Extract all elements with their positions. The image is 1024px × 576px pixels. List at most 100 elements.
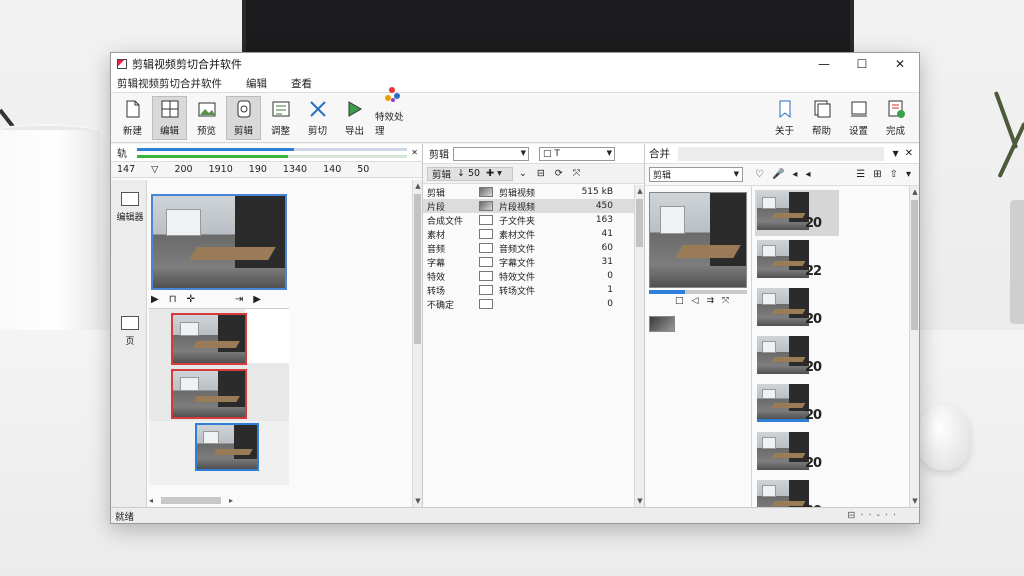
merge-source-select[interactable]: 剪辑 ▼: [649, 167, 743, 182]
file-list-vscroll[interactable]: ▲ ▼: [634, 185, 644, 507]
maximize-button[interactable]: ☐: [843, 53, 881, 75]
hscroll-thumb[interactable]: [161, 496, 222, 504]
file-size: 0: [607, 299, 613, 309]
timeline-close-icon[interactable]: ✕: [411, 148, 418, 157]
tool-about-button[interactable]: 关于: [767, 96, 802, 140]
share-icon[interactable]: ⇧: [890, 169, 898, 180]
add-marker-button[interactable]: ✛: [187, 294, 195, 305]
sequence-item[interactable]: 20: [755, 334, 839, 380]
timeline-preview-video[interactable]: [151, 194, 287, 290]
timeline-clip[interactable]: [171, 369, 247, 419]
file-tool-label[interactable]: 剪辑: [432, 167, 451, 181]
more-chevron-icon[interactable]: ▾: [906, 169, 911, 180]
vscroll-thumb[interactable]: [414, 194, 421, 344]
sequence-item[interactable]: 20: [755, 286, 839, 332]
merge-preview-video[interactable]: [649, 192, 747, 288]
file-row[interactable]: 合成文件 子文件夹 163: [423, 213, 634, 227]
background-plant-pot: [1010, 200, 1024, 324]
tool-edit-button[interactable]: 编辑: [152, 95, 187, 140]
file-row[interactable]: 片段 片段视频 450: [423, 199, 634, 213]
tool-settings-button[interactable]: 设置: [841, 96, 876, 140]
file-tool-expand[interactable]: ⤧: [573, 168, 581, 179]
tool-done-button[interactable]: 完成: [878, 96, 913, 140]
file-title: 素材文件: [499, 230, 536, 241]
file-row[interactable]: 特效 特效文件 0: [423, 269, 634, 283]
merge-menu-chevron-icon[interactable]: ▼: [892, 149, 898, 158]
file-tool-split[interactable]: ⊟: [537, 168, 545, 179]
list-view-icon[interactable]: ☰: [856, 169, 865, 180]
file-row[interactable]: 转场 转场文件 1: [423, 283, 634, 297]
merge-small-thumbnail[interactable]: [649, 316, 675, 332]
timeline-clip[interactable]: [171, 313, 247, 365]
tool-done-label: 完成: [885, 125, 905, 137]
tool-preview-button[interactable]: 预览: [189, 96, 224, 140]
side-entry-page[interactable]: 页: [115, 316, 145, 347]
side-entry-editor[interactable]: 编辑器: [115, 192, 145, 223]
sequence-item[interactable]: 20: [755, 430, 839, 476]
jump-end-button[interactable]: ⇥: [235, 294, 243, 305]
close-button[interactable]: ✕: [881, 53, 919, 75]
menu-view[interactable]: 查看: [291, 76, 312, 91]
tool-clip-button[interactable]: 剪辑: [226, 95, 261, 140]
tool-export-button[interactable]: 导出: [337, 96, 372, 140]
menu-app[interactable]: 剪辑视频剪切合并软件: [117, 76, 222, 91]
sequence-item[interactable]: 22: [755, 238, 839, 284]
tool-effects-button[interactable]: 特效处理: [374, 86, 409, 140]
microphone-icon[interactable]: 🎤: [772, 169, 784, 180]
sequence-number: 22: [805, 264, 822, 279]
timeline-vscroll[interactable]: ▲ ▼: [412, 180, 422, 507]
merge-close-icon[interactable]: ✕: [905, 148, 913, 159]
sequence-vscroll[interactable]: ▲ ▼: [909, 186, 919, 507]
stop-button[interactable]: ⊓: [169, 294, 177, 305]
file-title: 子文件夹: [499, 216, 536, 227]
vscroll-thumb[interactable]: [636, 199, 643, 247]
file-row[interactable]: 不确定 0: [423, 297, 634, 311]
file-tool-add[interactable]: ✚ ▾: [486, 168, 502, 179]
timeline-hscroll[interactable]: ◂ ▸: [149, 495, 323, 505]
file-browser-pane: 剪辑 ▼ □ T ▼ 剪辑 ↓ 50 ✚ ▾ ⌄ ⊟ ⟳ ⤧ 剪辑 剪辑视频 5…: [423, 144, 645, 507]
file-search-input[interactable]: ▼: [453, 146, 529, 161]
file-row[interactable]: 素材 素材文件 41: [423, 227, 634, 241]
chevron-down-icon: ▼: [520, 148, 526, 157]
tool-export-label: 导出: [344, 125, 364, 137]
sequence-item[interactable]: 20: [755, 382, 839, 428]
volume-icon[interactable]: ◂: [792, 169, 797, 180]
file-row[interactable]: 音频 音频文件 60: [423, 241, 634, 255]
effects-icon: [382, 85, 402, 105]
tool-adjust-button[interactable]: 调整: [263, 96, 298, 140]
file-row[interactable]: 字幕 字幕文件 31: [423, 255, 634, 269]
timeline-header: 轨 ✕: [111, 144, 422, 162]
stop-button[interactable]: □: [675, 296, 684, 306]
file-tool-count[interactable]: ↓ 50: [457, 168, 480, 179]
ruler-tick: 147: [117, 164, 136, 175]
hscroll-right-arrow[interactable]: ▸: [229, 496, 233, 505]
ruler-tick[interactable]: ▽: [151, 164, 158, 175]
minimize-button[interactable]: —: [805, 53, 843, 75]
file-tool-collapse[interactable]: ⌄: [519, 168, 527, 179]
prev-button[interactable]: ◁: [692, 296, 699, 306]
play-next-button[interactable]: ▶: [253, 294, 261, 305]
side-entry-label: 编辑器: [116, 213, 144, 223]
tool-cut-button[interactable]: 剪切: [300, 96, 335, 140]
file-tool-refresh[interactable]: ⟳: [555, 168, 563, 179]
vscroll-thumb[interactable]: [911, 200, 918, 330]
file-tool-group: 剪辑 ↓ 50 ✚ ▾: [427, 166, 513, 181]
forward-button[interactable]: ⇉: [706, 296, 714, 306]
menu-edit[interactable]: 编辑: [246, 76, 267, 91]
status-text: 就绪: [115, 511, 135, 523]
merge-preview-progress[interactable]: [649, 290, 747, 294]
hscroll-left-arrow[interactable]: ◂: [149, 496, 153, 505]
grid-view-icon[interactable]: ⊞: [873, 169, 881, 180]
play-button[interactable]: ▶: [151, 294, 159, 305]
file-filter-select[interactable]: □ T ▼: [539, 146, 615, 161]
tool-help-button[interactable]: 帮助: [804, 96, 839, 140]
ruler-tick: 190: [248, 164, 267, 175]
tool-new-button[interactable]: 新建: [115, 96, 150, 140]
file-row[interactable]: 剪辑 剪辑视频 515 kB: [423, 185, 634, 199]
timeline-clip-selected[interactable]: [195, 423, 259, 471]
fullscreen-button[interactable]: ⤧: [722, 296, 729, 306]
sequence-item[interactable]: 20: [755, 190, 839, 236]
back-icon[interactable]: ◂: [805, 169, 810, 180]
green-progress-fill: [137, 154, 289, 158]
location-icon[interactable]: ♡: [755, 169, 764, 180]
